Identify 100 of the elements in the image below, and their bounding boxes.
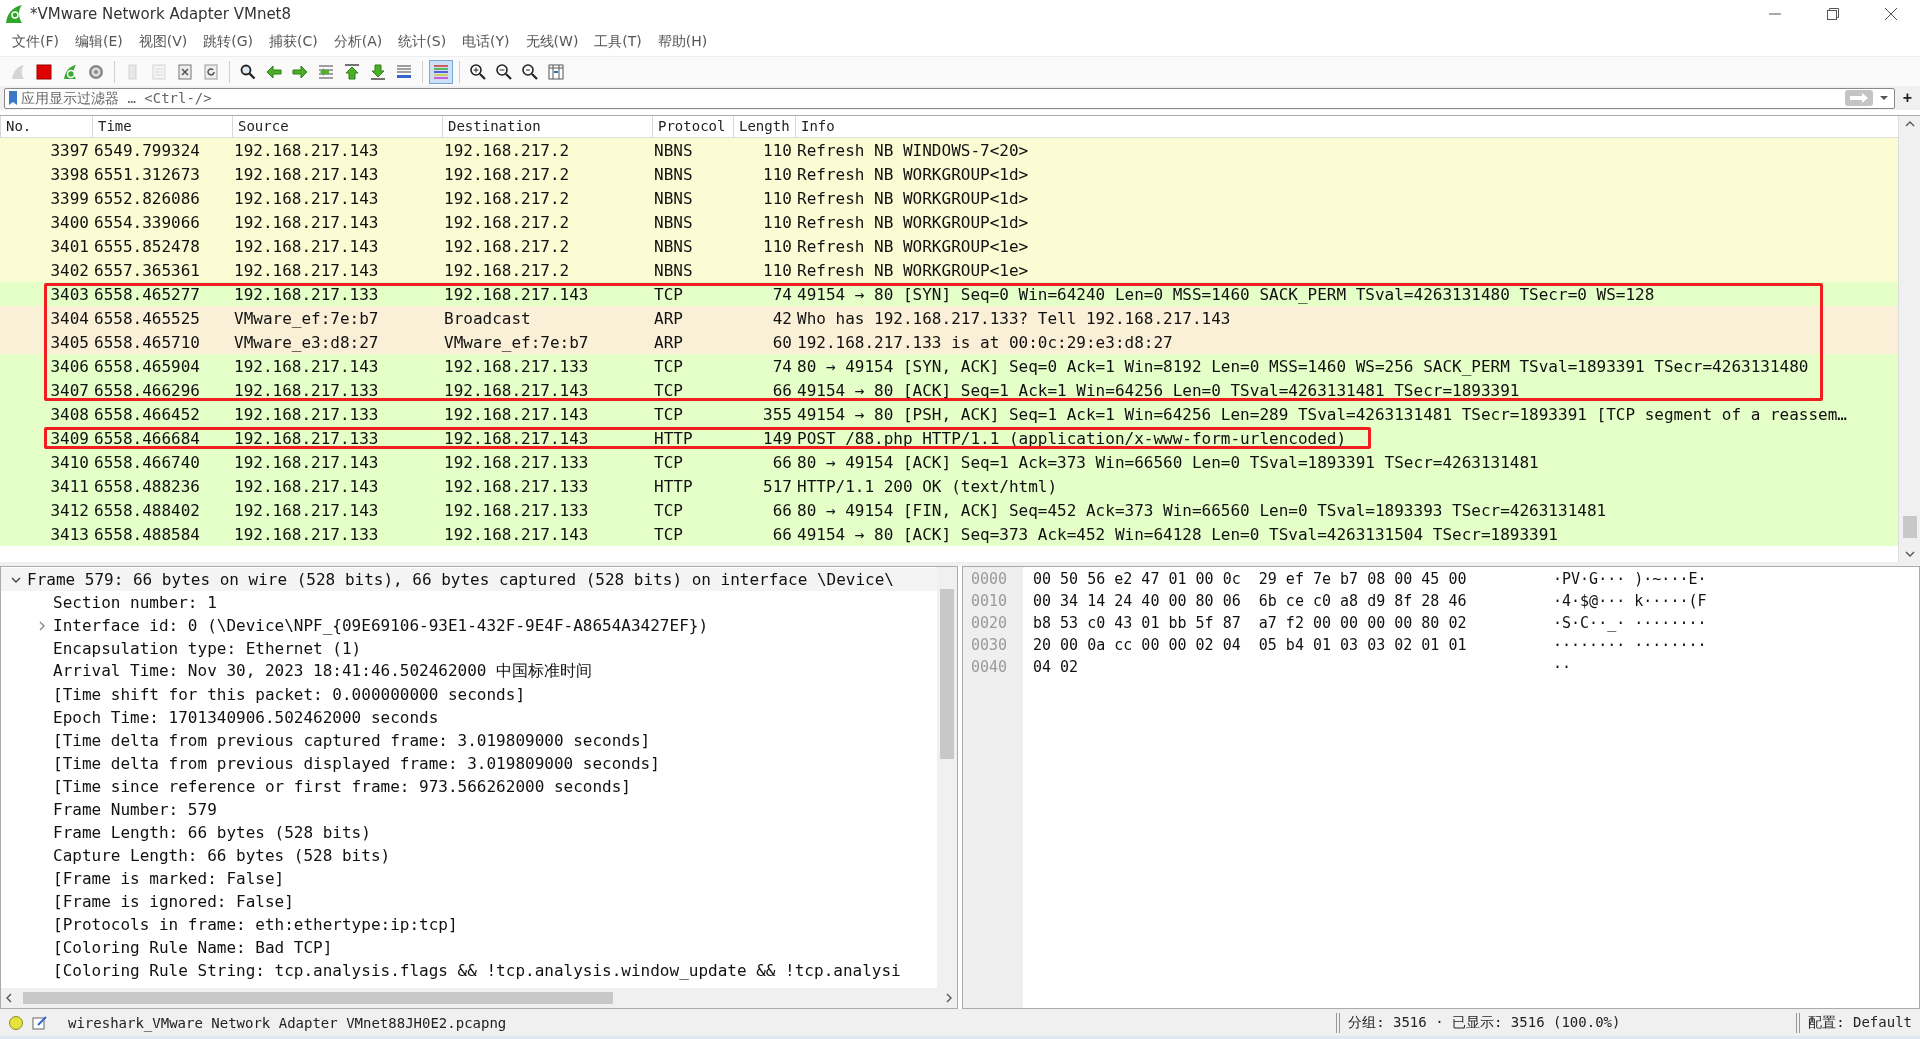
tree-item-text[interactable]: [Time since reference or first frame: 973.566262000 seconds] bbox=[53, 777, 631, 796]
close-icon bbox=[1884, 7, 1898, 21]
info-cell-text: Who has 192.168.217.133? Tell 192.168.217.143 bbox=[796, 308, 1232, 328]
info-cell-text: Refresh NB WORKGROUP<1d> bbox=[796, 188, 1030, 208]
time-cell-text: 6549.799324 bbox=[93, 140, 201, 160]
source-cell-text: 192.168.217.143 bbox=[233, 452, 380, 472]
tree-item-text[interactable]: [Time delta from previous displayed frame: 3.019809000 seconds] bbox=[53, 754, 660, 773]
hex-bytes: 04 02 bbox=[1033, 657, 1080, 678]
packet-row[interactable]: 3398 6551.312673 192.168.217.143 192.168.217.2 NBNS 110 Refresh NB WORKGROUP<1d> bbox=[0, 162, 1898, 186]
packet-row[interactable]: 3404 6558.465525 VMware_ef:7e:b7 Broadcast ARP 42 Who has 192.168.217.133? Tell 192.168.217.143 bbox=[0, 306, 1898, 330]
vertical-scrollbar[interactable] bbox=[937, 567, 957, 988]
column-header[interactable]: No. bbox=[0, 116, 92, 137]
source-cell-text: 192.168.217.143 bbox=[233, 260, 380, 280]
packet-row[interactable]: 3405 6558.465710 VMware_e3:d8:27 VMware_ef:7e:b7 ARP 60 192.168.217.133 is at 00:0c:29:e3:d8:27 bbox=[0, 330, 1898, 354]
menu-item[interactable]: 文件(F) bbox=[4, 30, 67, 54]
byte-offset: 0030 bbox=[971, 635, 1009, 656]
scroll-right-icon[interactable] bbox=[945, 993, 953, 1003]
packet-row[interactable]: 3402 6557.365361 192.168.217.143 192.168.217.2 NBNS 110 Refresh NB WORKGROUP<1e> bbox=[0, 258, 1898, 282]
length-cell-text: 517 bbox=[762, 476, 793, 496]
tree-item-text[interactable]: Epoch Time: 1701340906.502462000 seconds bbox=[53, 708, 439, 727]
column-header[interactable]: Destination bbox=[442, 116, 652, 137]
destination-cell-text: 192.168.217.2 bbox=[443, 188, 571, 208]
scrollbar-thumb[interactable] bbox=[1903, 516, 1917, 538]
tree-item-text[interactable]: [Frame is marked: False] bbox=[53, 869, 285, 888]
tree-item-text[interactable]: [Time shift for this packet: 0.000000000 seconds] bbox=[53, 685, 525, 704]
scroll-left-icon[interactable] bbox=[5, 993, 13, 1003]
time-cell-text: 6552.826086 bbox=[93, 188, 201, 208]
menu-item[interactable]: 分析(A) bbox=[325, 30, 391, 54]
packet-row[interactable]: 3408 6558.466452 192.168.217.133 192.168.217.143 TCP 355 49154 → 80 [PSH, ACK] Seq=1 Ack=1 Win=64256 Len=289 TSval=4263131481 TSecr=1893391 [TCP segment of a reassem… bbox=[0, 402, 1898, 426]
scrollbar-thumb[interactable] bbox=[23, 992, 613, 1004]
source-cell-text: 192.168.217.133 bbox=[233, 428, 380, 448]
packet-row[interactable]: 3397 6549.799324 192.168.217.143 192.168.217.2 NBNS 110 Refresh NB WINDOWS-7<20> bbox=[0, 138, 1898, 162]
column-header[interactable]: Length bbox=[733, 116, 795, 137]
length-cell-text: 355 bbox=[762, 404, 793, 424]
vertical-scrollbar[interactable] bbox=[1898, 116, 1920, 562]
menu-item[interactable]: 帮助(H) bbox=[649, 30, 716, 54]
source-cell-text: 192.168.217.143 bbox=[233, 140, 380, 160]
protocol-cell-text: ARP bbox=[653, 308, 684, 328]
packet-row[interactable]: 3400 6554.339066 192.168.217.143 192.168.217.2 NBNS 110 Refresh NB WORKGROUP<1d> bbox=[0, 210, 1898, 234]
column-header[interactable]: Source bbox=[232, 116, 442, 137]
tree-item-text[interactable]: Section number: 1 bbox=[53, 593, 217, 612]
packet-row[interactable]: 3406 6558.465904 192.168.217.143 192.168.217.133 TCP 74 80 → 49154 [SYN, ACK] Seq=0 Ack=1 Win=8192 Len=0 MSS=1460 WS=256 SACK_PERM TSval=1893391 TSecr=4263131480 bbox=[0, 354, 1898, 378]
profile-label[interactable]: 配置: Default bbox=[1808, 1013, 1912, 1032]
column-header[interactable]: Time bbox=[92, 116, 232, 137]
tree-item-text[interactable]: [Coloring Rule String: tcp.analysis.flags && !tcp.analysis.window_update && !tcp.analysi bbox=[53, 961, 901, 980]
column-header[interactable]: Protocol bbox=[652, 116, 733, 137]
number-cell-text: 3406 bbox=[49, 356, 90, 376]
number-cell-text: 3401 bbox=[49, 236, 90, 256]
tree-item-text[interactable]: [Frame is ignored: False] bbox=[53, 892, 294, 911]
packet-row[interactable]: 3403 6558.465277 192.168.217.133 192.168.217.143 TCP 74 49154 → 80 [SYN] Seq=0 Win=64240 Len=0 MSS=1460 SACK_PERM TSval=4263131480 TSecr=0 WS=128 bbox=[0, 282, 1898, 306]
packet-row[interactable]: 3410 6558.466740 192.168.217.143 192.168.217.133 TCP 66 80 → 49154 [ACK] Seq=1 Ack=373 Win=66560 Len=0 TSval=1893391 TSecr=4263131481 bbox=[0, 450, 1898, 474]
tree-item-text[interactable]: Encapsulation type: Ethernet (1) bbox=[53, 639, 362, 658]
tree-item-text[interactable]: [Time delta from previous captured frame: 3.019809000 seconds] bbox=[53, 731, 651, 750]
number-cell-text: 3399 bbox=[49, 188, 90, 208]
edit-comment-icon[interactable] bbox=[32, 1014, 48, 1031]
time-cell-text: 6558.466740 bbox=[93, 452, 201, 472]
info-cell-text: Refresh NB WORKGROUP<1e> bbox=[796, 260, 1030, 280]
packet-row[interactable]: 3412 6558.488402 192.168.217.143 192.168.217.133 TCP 66 80 → 49154 [FIN, ACK] Seq=452 Ack=373 Win=66560 Len=0 TSval=1893393 TSecr=4263131481 bbox=[0, 498, 1898, 522]
packet-row[interactable]: 3411 6558.488236 192.168.217.143 192.168.217.133 HTTP 517 HTTP/1.1 200 OK (text/html) bbox=[0, 474, 1898, 498]
length-cell-text: 149 bbox=[762, 428, 793, 448]
length-cell-text: 42 bbox=[771, 308, 793, 328]
add-filter-button[interactable]: + bbox=[1898, 89, 1916, 107]
tree-item-text[interactable]: Frame Number: 579 bbox=[53, 800, 217, 819]
source-cell-text: 192.168.217.133 bbox=[233, 284, 380, 304]
packet-row[interactable]: 3413 6558.488584 192.168.217.133 192.168.217.143 TCP 66 49154 → 80 [ACK] Seq=373 Ack=452 Win=64128 Len=0 TSval=4263131504 TSecr=1893391 bbox=[0, 522, 1898, 546]
menu-item[interactable]: 编辑(E) bbox=[67, 30, 131, 54]
source-cell-text: 192.168.217.143 bbox=[233, 500, 380, 520]
bookmark-icon[interactable] bbox=[8, 90, 18, 106]
menu-item[interactable]: 无线(W) bbox=[517, 30, 587, 54]
tree-item-text[interactable]: [Protocols in frame: eth:ethertype:ip:tcp] bbox=[53, 915, 458, 934]
resize-columns-icon bbox=[547, 62, 565, 81]
packet-row[interactable]: 3399 6552.826086 192.168.217.143 192.168.217.2 NBNS 110 Refresh NB WORKGROUP<1d> bbox=[0, 186, 1898, 210]
colorize-icon bbox=[432, 62, 450, 81]
scrollbar-thumb[interactable] bbox=[940, 589, 954, 759]
tree-item-text[interactable]: Interface id: 0 (\Device\NPF_{09E69106-93E1-432F-9E4F-A8654A3427EF}) bbox=[53, 616, 709, 635]
protocol-cell-text: TCP bbox=[653, 500, 684, 520]
tree-item-text[interactable]: Arrival Time: Nov 30, 2023 18:41:46.502462000 中国标准时间 bbox=[53, 661, 593, 682]
autoscroll-icon bbox=[395, 62, 413, 81]
horizontal-scrollbar[interactable] bbox=[1, 988, 957, 1008]
scroll-up-icon[interactable] bbox=[1904, 120, 1915, 128]
menu-item[interactable]: 跳转(G) bbox=[195, 30, 262, 54]
number-cell-text: 3411 bbox=[49, 476, 90, 496]
number-cell-text: 3413 bbox=[49, 524, 90, 544]
destination-cell-text: 192.168.217.133 bbox=[443, 356, 590, 376]
menu-item[interactable]: 视图(V) bbox=[130, 30, 196, 54]
display-filter-field[interactable]: 应用显示过滤器 … <Ctrl-/> bbox=[4, 87, 1895, 109]
time-cell-text: 6558.488402 bbox=[93, 500, 201, 520]
tree-item-text[interactable]: [Coloring Rule Name: Bad TCP] bbox=[53, 938, 333, 957]
scroll-down-icon[interactable] bbox=[1904, 550, 1915, 558]
ready-status-icon bbox=[8, 1014, 24, 1031]
source-cell-text: 192.168.217.143 bbox=[233, 476, 380, 496]
packet-row[interactable]: 3401 6555.852478 192.168.217.143 192.168.217.2 NBNS 110 Refresh NB WORKGROUP<1e> bbox=[0, 234, 1898, 258]
ascii-bytes: ·PV·G··· )·~···E· bbox=[1553, 569, 1707, 590]
menu-item[interactable]: 捕获(C) bbox=[261, 30, 326, 54]
menu-item[interactable]: 统计(S) bbox=[390, 30, 455, 54]
info-cell-text: 80 → 49154 [SYN, ACK] Seq=0 Ack=1 Win=8192 Len=0 MSS=1460 WS=256 SACK_PERM TSval=1893391 TSecr=4263131480 bbox=[796, 356, 1810, 376]
tree-item-text[interactable]: Capture Length: 66 bytes (528 bits) bbox=[53, 846, 391, 865]
menu-item[interactable]: 工具(T) bbox=[586, 30, 650, 54]
tree-item-text[interactable]: Frame Length: 66 bytes (528 bits) bbox=[53, 823, 371, 842]
menu-item[interactable]: 电话(Y) bbox=[454, 30, 518, 54]
